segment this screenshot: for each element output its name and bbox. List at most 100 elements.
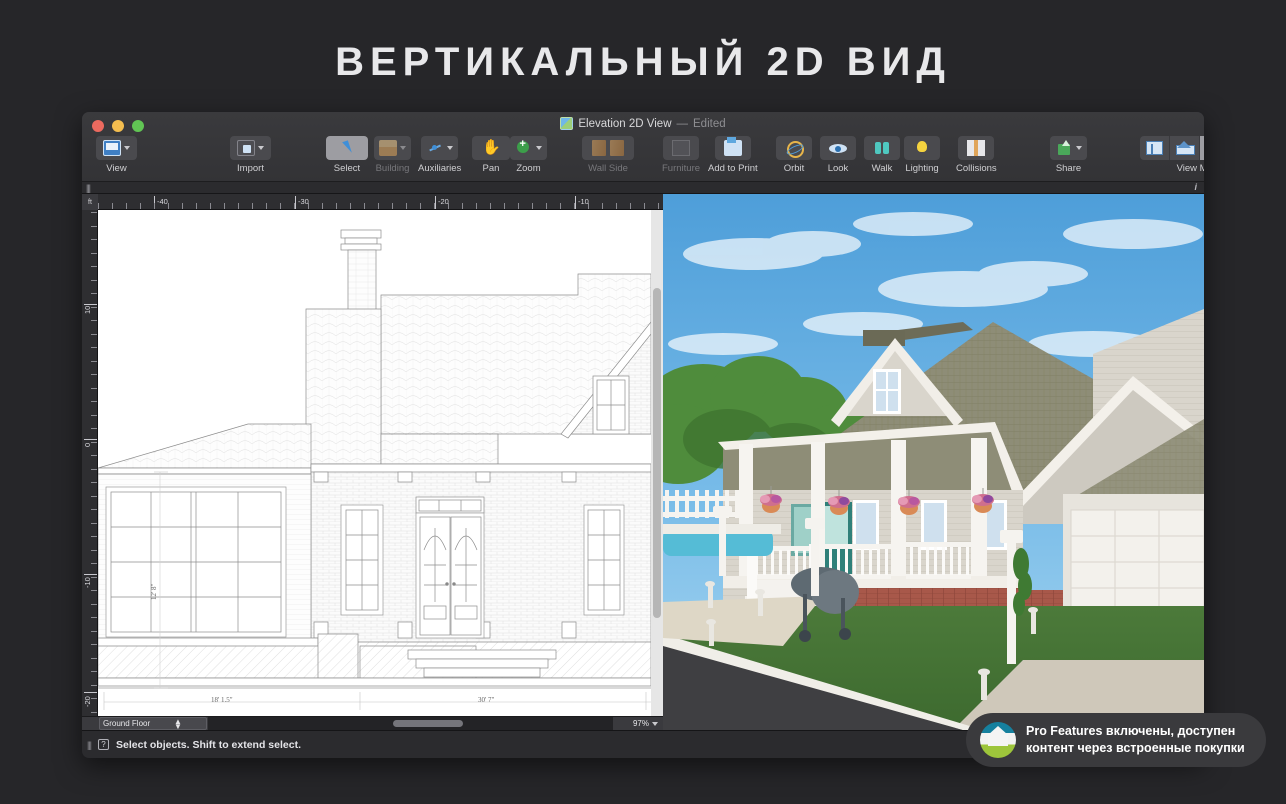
stepper-updown-icon[interactable]: ▲ ▼ <box>153 717 203 730</box>
toolbar-item-pan[interactable]: ✋ Pan <box>472 136 510 174</box>
render-3d-pane[interactable] <box>663 194 1204 730</box>
chevron-down-icon[interactable] <box>536 146 542 150</box>
ruler-tick <box>252 203 253 209</box>
toolbar-item-furniture[interactable]: Furniture <box>662 136 700 174</box>
toolbar-item-add-to-print[interactable]: Add to Print <box>708 136 758 174</box>
drag-grip-icon[interactable]: ||| <box>86 183 91 193</box>
toolbar-item-auxiliaries[interactable]: Auxiliaries <box>418 136 461 174</box>
question-mark-icon[interactable]: ? <box>98 739 110 750</box>
toolbar-item-view[interactable]: View <box>96 136 137 174</box>
ruler-tick <box>378 203 379 209</box>
ruler-tick <box>308 203 309 209</box>
toolbar-item-share[interactable]: Share <box>1050 136 1087 174</box>
ruler-tick <box>91 482 97 483</box>
elevation-drawing[interactable]: 18' 1.5" 30' 7" 12' 8" <box>98 210 651 716</box>
furniture-icon <box>672 140 690 156</box>
drag-grip-icon[interactable]: ||| <box>87 740 92 750</box>
scrollbar-thumb-h[interactable] <box>393 720 463 727</box>
ruler-tick <box>574 203 575 209</box>
ruler-tick <box>588 203 589 209</box>
import-icon <box>237 140 255 156</box>
ruler-tick <box>91 239 97 240</box>
toolbar-label-auxiliaries: Auxiliaries <box>418 163 462 174</box>
window-title-text: Elevation 2D View <box>578 117 672 130</box>
chevron-down-icon[interactable] <box>258 146 264 150</box>
ruler-tick <box>392 203 393 209</box>
share-icon <box>1055 140 1073 156</box>
toolbar-label-building: Building <box>375 163 410 174</box>
vertical-scrollbar[interactable] <box>651 210 663 716</box>
ruler-tick <box>91 590 97 591</box>
horizontal-scrollbar[interactable] <box>208 717 613 730</box>
title-bar: Elevation 2D View — Edited View Import S… <box>82 112 1204 182</box>
chevron-down-icon[interactable] <box>652 721 658 726</box>
toolbar-item-lighting[interactable]: Lighting <box>904 136 940 174</box>
ruler-tick <box>91 549 97 551</box>
toolbar-item-building[interactable]: Building <box>374 136 411 174</box>
view-mode-isometric[interactable] <box>1200 136 1204 160</box>
ruler-tick <box>476 203 477 209</box>
elevation-2d-pane[interactable]: -40 -30 -20 -10 10 0 -10 -20 ft 18' 1.5"… <box>82 194 663 730</box>
ruler-tick <box>91 617 97 618</box>
ruler-tick <box>91 698 97 699</box>
ruler-tick <box>462 203 463 209</box>
toolbar-item-walk[interactable]: Walk <box>864 136 900 174</box>
ruler-tick <box>336 203 337 209</box>
ruler-tick <box>91 293 97 294</box>
ruler-tick <box>91 320 97 321</box>
chevron-down-icon[interactable] <box>400 146 406 150</box>
ruler-tick <box>91 455 97 456</box>
toolbar: View Import Select Building Auxiliaries … <box>82 136 1204 182</box>
toolbar-label-pan: Pan <box>482 163 500 174</box>
ruler-tick <box>91 279 97 281</box>
status-message: Select objects. Shift to extend select. <box>116 738 301 751</box>
toolbar-item-zoom[interactable]: Zoom <box>510 136 547 174</box>
toolbar-item-select[interactable]: Select <box>326 136 368 174</box>
pane-grip-bar[interactable]: ||| i <box>82 182 1204 194</box>
ruler-tick <box>518 203 519 209</box>
ruler-label-h-0: -40 <box>157 197 168 206</box>
render-3d-scene <box>663 194 1204 730</box>
toolbar-label-furniture: Furniture <box>662 163 701 174</box>
ruler-tick <box>322 203 323 209</box>
ruler-tick <box>532 203 533 209</box>
toolbar-item-orbit[interactable]: Orbit <box>776 136 812 174</box>
toolbar-label-select: Select <box>333 163 361 174</box>
ruler-tick <box>91 252 97 254</box>
ruler-tick <box>91 495 97 497</box>
walk-icon <box>873 140 891 156</box>
chevron-down-icon[interactable] <box>124 146 130 150</box>
vertical-ruler[interactable]: 10 0 -10 -20 <box>82 194 98 730</box>
ruler-tick <box>224 203 225 209</box>
toolbar-label-lighting: Lighting <box>905 163 939 174</box>
info-icon[interactable]: i <box>1194 182 1197 192</box>
toolbar-item-collisions[interactable]: Collisions <box>956 136 997 174</box>
ruler-tick <box>546 203 547 209</box>
scrollbar-thumb[interactable] <box>653 288 661 618</box>
chevron-down-icon[interactable] <box>447 146 454 150</box>
ruler-tick <box>91 401 97 402</box>
view-mode-floor-plan[interactable] <box>1140 136 1170 160</box>
ruler-tick <box>294 203 295 209</box>
ruler-tick <box>91 414 97 416</box>
floor-selector[interactable]: Ground Floor ▲ ▼ <box>99 717 207 730</box>
page-title: ВЕРТИКАЛЬНЫЙ 2D ВИД <box>335 40 951 84</box>
lightbulb-icon <box>913 140 931 156</box>
toolbar-item-wall-side[interactable]: Wall Side <box>582 136 634 174</box>
window-title: Elevation 2D View — Edited <box>82 117 1204 130</box>
ruler-tick <box>154 203 155 209</box>
app-house-icon <box>980 722 1016 758</box>
toolbar-item-look[interactable]: Look <box>820 136 856 174</box>
toolbar-label-orbit: Orbit <box>783 163 805 174</box>
chevron-down-icon[interactable] <box>1076 146 1082 150</box>
view-mode-elevation[interactable] <box>1170 136 1200 160</box>
toolbar-item-view-mode[interactable]: View Mode <box>1140 136 1204 174</box>
toolbar-label-share: Share <box>1055 163 1082 174</box>
ruler-tick <box>91 441 97 443</box>
toolbar-item-import[interactable]: Import <box>230 136 271 174</box>
toolbar-label-view-mode: View Mode <box>1176 163 1204 174</box>
ruler-tick <box>91 509 97 510</box>
ruler-tick <box>91 563 97 564</box>
horizontal-ruler[interactable]: -40 -30 -20 -10 <box>82 194 663 210</box>
ruler-tick <box>91 347 97 348</box>
